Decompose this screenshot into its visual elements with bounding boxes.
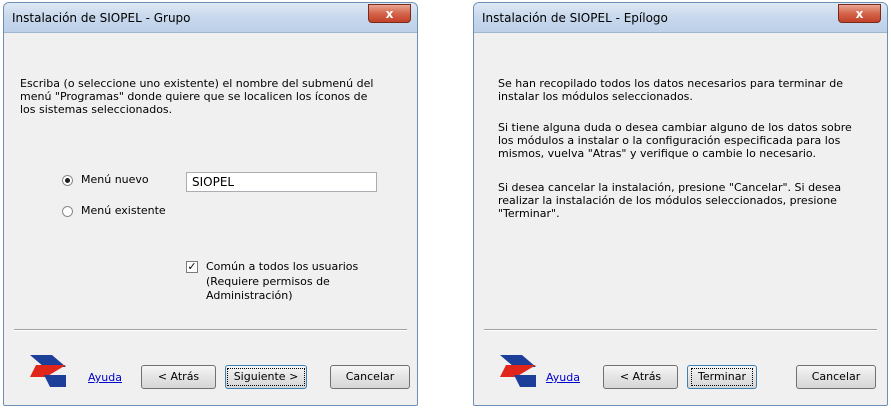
close-button[interactable]: x <box>838 4 881 23</box>
cancel-button[interactable]: Cancelar <box>796 365 876 389</box>
help-link[interactable]: Ayuda <box>88 371 122 384</box>
epilogo-dialog: Instalación de SIOPEL - Epílogo x Se han… <box>473 2 888 406</box>
radio-existing-menu-label: Menú existente <box>81 204 166 217</box>
common-users-checkbox[interactable]: ✓ <box>186 261 198 273</box>
title-bar[interactable]: Instalación de SIOPEL - Grupo x <box>4 3 417 33</box>
finish-button[interactable]: Terminar <box>687 365 757 389</box>
menu-name-field[interactable]: SIOPEL <box>186 172 377 192</box>
back-button[interactable]: < Atrás <box>141 365 216 389</box>
window-title: Instalación de SIOPEL - Epílogo <box>482 11 668 25</box>
back-button[interactable]: < Atrás <box>603 365 678 389</box>
divider <box>14 329 407 331</box>
close-button[interactable]: x <box>368 4 411 23</box>
review-paragraph: Si tiene alguna duda o desea cambiar alg… <box>498 121 852 160</box>
next-button-label: Siguiente > <box>226 368 306 386</box>
description-text: Escriba (o seleccione uno existente) el … <box>20 77 374 116</box>
summary-paragraph: Se han recopilado todos los datos necesa… <box>498 77 843 103</box>
radio-new-menu[interactable] <box>62 175 73 186</box>
siopel-logo-icon <box>30 355 66 387</box>
radio-existing-menu[interactable] <box>62 206 73 217</box>
common-users-label: Común a todos los usuarios <box>206 260 359 273</box>
cancel-or-finish-paragraph: Si desea cancelar la instalación, presio… <box>498 181 842 220</box>
dialog-body: Se han recopilado todos los datos necesa… <box>478 33 883 401</box>
next-button[interactable]: Siguiente > <box>225 365 307 389</box>
grupo-dialog: Instalación de SIOPEL - Grupo x Escriba … <box>3 2 418 406</box>
dialog-body: Escriba (o seleccione uno existente) el … <box>8 33 413 401</box>
siopel-logo-icon <box>500 355 536 387</box>
finish-button-label: Terminar <box>691 368 753 386</box>
common-users-note-2: Administración) <box>206 289 293 302</box>
cancel-button[interactable]: Cancelar <box>330 365 410 389</box>
window-title: Instalación de SIOPEL - Grupo <box>12 11 191 25</box>
help-link[interactable]: Ayuda <box>546 371 580 384</box>
radio-new-menu-label: Menú nuevo <box>81 173 149 186</box>
title-bar[interactable]: Instalación de SIOPEL - Epílogo x <box>474 3 887 33</box>
common-users-note-1: (Requiere permisos de <box>206 275 330 288</box>
divider <box>484 329 877 331</box>
